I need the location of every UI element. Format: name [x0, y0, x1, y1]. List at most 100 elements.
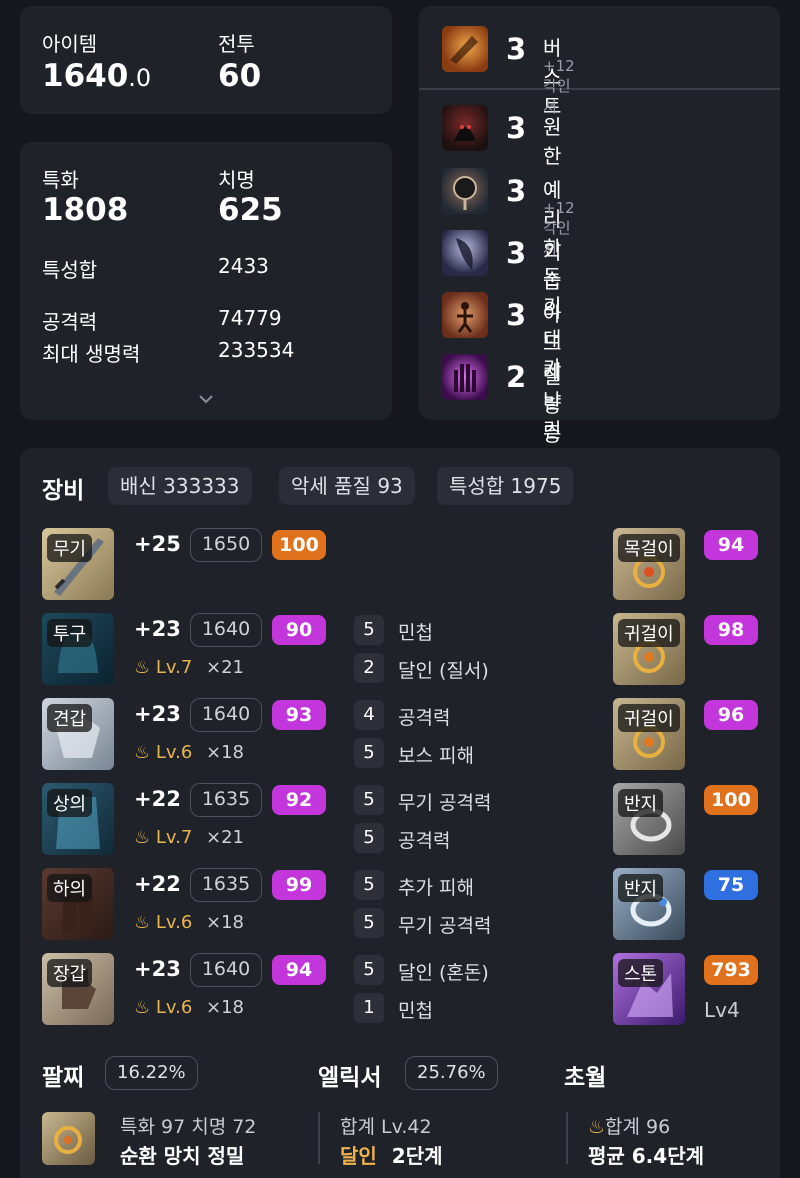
item-level-pill: 1635 — [190, 783, 262, 817]
elixir-level: ♨ Lv.6 — [134, 912, 193, 933]
item-level-pill: 1640 — [190, 698, 262, 732]
slot-label: 무기 — [47, 534, 93, 562]
slot-label: 귀걸이 — [618, 704, 680, 732]
item-level-pill: 1635 — [190, 868, 262, 902]
master-ambush-engraving-icon — [442, 230, 488, 276]
helmet-slot-icon[interactable]: 투구 — [42, 613, 114, 685]
max-hp-value: 233534 — [218, 338, 295, 362]
keen-blunt-engraving-icon — [442, 168, 488, 214]
item-level-value: 1640.0 — [42, 58, 152, 94]
stat-count: 2 — [354, 653, 384, 683]
elixir-icon: ♨ — [134, 742, 151, 763]
elixir-multiplier: ×18 — [206, 742, 244, 763]
combat-level-value: 60 — [218, 58, 262, 94]
crit-value: 625 — [218, 192, 283, 228]
chest-slot-icon[interactable]: 상의 — [42, 783, 114, 855]
elixir-label: 엘릭서 — [318, 1065, 382, 1091]
upgrade-level: +22 — [134, 872, 181, 896]
earring-slot-icon[interactable]: 귀걸이 — [613, 613, 685, 685]
attack-power-value: 74779 — [218, 306, 282, 330]
spec-value: 1808 — [42, 192, 129, 228]
pants-slot-icon[interactable]: 하의 — [42, 868, 114, 940]
slot-label: 목걸이 — [618, 534, 680, 562]
elixir-icon: ♨ — [134, 912, 151, 933]
quality-badge: 99 — [272, 870, 326, 900]
stat-count: 4 — [354, 700, 384, 730]
combat-level-label: 전투 — [218, 32, 255, 56]
engraving-name: 원한 — [543, 115, 562, 168]
quality-badge: 90 — [272, 615, 326, 645]
item-level-pill: 1650 — [190, 528, 262, 562]
set-chip: 배신 333333 — [108, 467, 252, 505]
quality-badge: 93 — [272, 700, 326, 730]
slot-label: 스톤 — [618, 959, 664, 987]
elixir-level: ♨ Lv.6 — [134, 997, 193, 1018]
elixir-set: 달인 2단계 — [340, 1140, 443, 1169]
engraving-level: 3 — [506, 236, 527, 270]
item-level-card: 아이템 1640.0 전투 60 — [20, 6, 392, 114]
quality-badge: 100 — [272, 530, 326, 560]
stat-count: 5 — [354, 738, 384, 768]
bracelet-icon[interactable] — [42, 1112, 95, 1165]
spec-label: 특화 — [42, 168, 79, 192]
grudge-engraving-icon — [442, 105, 488, 151]
engraving-level: 3 — [506, 32, 527, 66]
item-level-pill: 1640 — [190, 613, 262, 647]
item-level-pill: 1640 — [190, 953, 262, 987]
upgrade-level: +22 — [134, 787, 181, 811]
elixir-icon: ♨ — [134, 657, 151, 678]
ability-stone-slot-icon[interactable]: 스톤 — [613, 953, 685, 1025]
slot-label: 반지 — [618, 874, 664, 902]
slot-label: 반지 — [618, 789, 664, 817]
transcend-icon: ♨ — [588, 1116, 606, 1138]
bracelet-percent: 16.22% — [105, 1056, 198, 1090]
mass-increase-engraving-icon — [442, 354, 488, 400]
stat-total-label: 특성합 — [42, 258, 98, 282]
adrenaline-engraving-icon — [442, 292, 488, 338]
earring-slot-icon[interactable]: 귀걸이 — [613, 698, 685, 770]
chevron-down-icon[interactable] — [198, 390, 214, 409]
quality-badge: 100 — [704, 785, 758, 815]
elixir-icon: ♨ — [134, 827, 151, 848]
stat-count: 5 — [354, 823, 384, 853]
stat-count: 5 — [354, 615, 384, 645]
slot-label: 하의 — [47, 874, 93, 902]
transcend-total: ♨합계 96 — [588, 1116, 671, 1138]
item-level-label: 아이템 — [42, 32, 98, 56]
ring-slot-icon[interactable]: 반지 — [613, 783, 685, 855]
engraving-level: 2 — [506, 360, 527, 394]
ring-slot-icon[interactable]: 반지 — [613, 868, 685, 940]
crit-label: 치명 — [218, 168, 255, 192]
upgrade-level: +23 — [134, 702, 181, 726]
stat-name: 민첩 — [398, 1000, 433, 1022]
elixir-level: ♨ Lv.6 — [134, 742, 193, 763]
accessory-quality-chip: 악세 품질 93 — [279, 467, 415, 505]
stat-name: 공격력 — [398, 830, 451, 852]
stat-count: 1 — [354, 993, 384, 1023]
upgrade-level: +23 — [134, 617, 181, 641]
shoulder-slot-icon[interactable]: 견갑 — [42, 698, 114, 770]
engraving-level: 3 — [506, 111, 527, 145]
stat-total-value: 2433 — [218, 254, 269, 278]
bracelet-effects: 순환 망치 정밀 — [120, 1144, 245, 1168]
burst-engraving-icon — [442, 26, 488, 72]
gloves-slot-icon[interactable]: 장갑 — [42, 953, 114, 1025]
quality-badge: 793 — [704, 955, 758, 985]
necklace-slot-icon[interactable]: 목걸이 — [613, 528, 685, 600]
elixir-level: ♨ Lv.7 — [134, 657, 193, 678]
engraving-level: 3 — [506, 298, 527, 332]
weapon-slot-icon[interactable]: 무기 — [42, 528, 114, 600]
elixir-level: ♨ Lv.7 — [134, 827, 193, 848]
equipment-title: 장비 — [42, 478, 85, 504]
stat-name: 추가 피해 — [398, 877, 474, 899]
bracelet-label: 팔찌 — [42, 1065, 85, 1091]
slot-label: 투구 — [47, 619, 93, 647]
elixir-total: 합계 Lv.42 — [340, 1116, 432, 1138]
slot-label: 장갑 — [47, 959, 93, 987]
slot-label: 귀걸이 — [618, 619, 680, 647]
stat-total-chip: 특성합 1975 — [437, 467, 574, 505]
stone-level: Lv4 — [704, 998, 740, 1022]
quality-badge: 94 — [704, 530, 758, 560]
stat-name: 보스 피해 — [398, 745, 474, 767]
engraving-book: +12 각인서 — [543, 57, 575, 116]
